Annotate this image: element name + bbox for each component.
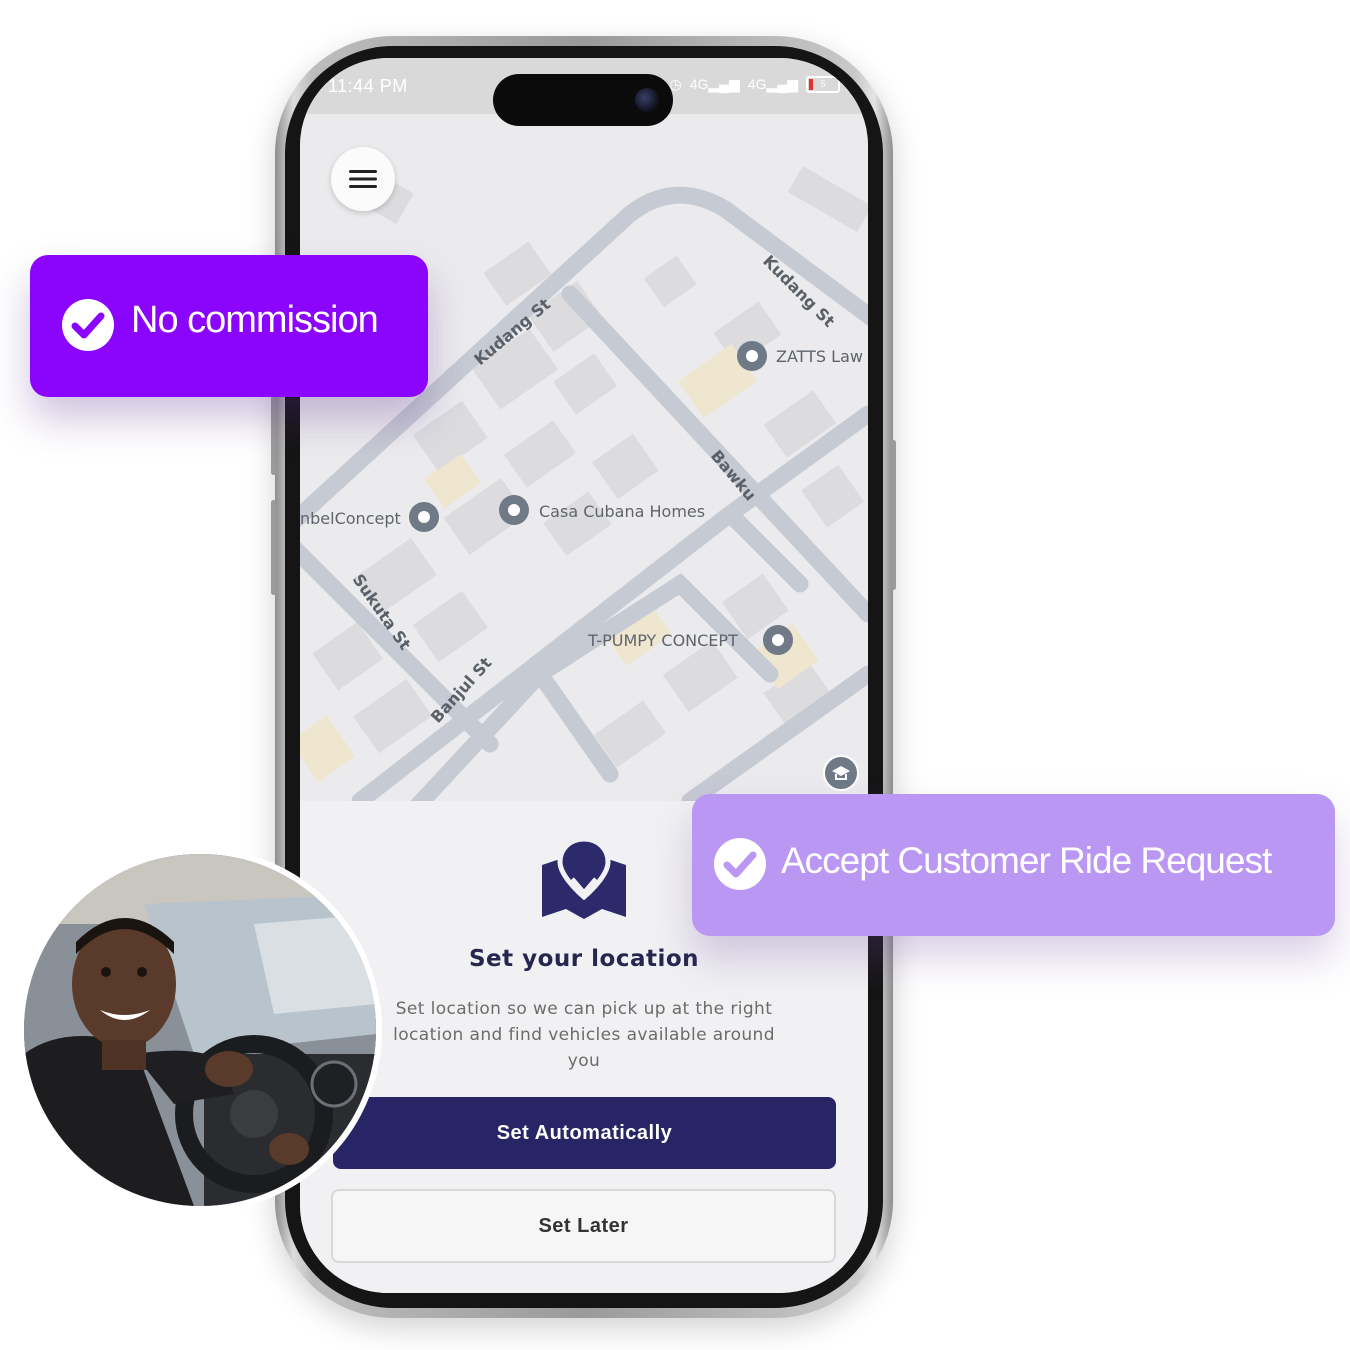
check-circle-icon (714, 838, 766, 890)
smiling-driver-photo (18, 848, 382, 1212)
battery-icon: 5 (806, 76, 840, 93)
no-commission-label: No commission (131, 299, 379, 341)
accept-ride-label: Accept Customer Ride Request (781, 840, 1272, 881)
place-label-casa: Casa Cubana Homes (539, 502, 705, 521)
status-time: 11:44 PM (328, 76, 408, 96)
map-canvas: Kudang St Kudang St Bawku Sukuta St Banj… (300, 158, 868, 823)
signal-icon-2: 4G▂▄▆ (747, 76, 798, 92)
phone-power-button (891, 440, 896, 590)
place-label-nbel: nbelConcept (300, 509, 401, 528)
set-automatically-button[interactable]: Set Automatically (333, 1097, 836, 1169)
hamburger-menu-icon (349, 170, 377, 188)
status-icons: ◉ ◷ 4G▂▄▆ 4G▂▄▆ 5 (649, 76, 840, 93)
school-icon (823, 755, 859, 791)
place-label-tpumpy: T-PUMPY CONCEPT (587, 631, 738, 650)
pin-zatts (737, 341, 767, 371)
check-circle-icon (62, 299, 114, 351)
accept-ride-badge: Accept Customer Ride Request (692, 794, 1335, 936)
pin-nbel (409, 502, 439, 532)
map-view[interactable]: Kudang St Kudang St Bawku Sukuta St Banj… (300, 114, 868, 823)
place-label-zatts: ZATTS Law (776, 347, 863, 366)
menu-button[interactable] (331, 147, 395, 211)
phone-volume-down (271, 500, 276, 595)
set-later-button[interactable]: Set Later (331, 1189, 836, 1263)
front-camera (635, 88, 659, 112)
signal-icon-1: 4G▂▄▆ (689, 76, 740, 92)
sheet-description: Set location so we can pick up at the ri… (393, 999, 775, 1071)
sheet-title: Set your location (468, 946, 700, 972)
dynamic-island (493, 74, 673, 126)
no-commission-badge: No commission (30, 255, 428, 397)
map-location-pin-icon (542, 837, 626, 919)
street-label-bawku: Bawku (707, 446, 760, 504)
phone-screen: Kudang St Kudang St Bawku Sukuta St Banj… (300, 58, 868, 1293)
pin-casa (499, 495, 529, 525)
driver-illustration (24, 854, 376, 1206)
pin-tpumpy (763, 625, 793, 655)
